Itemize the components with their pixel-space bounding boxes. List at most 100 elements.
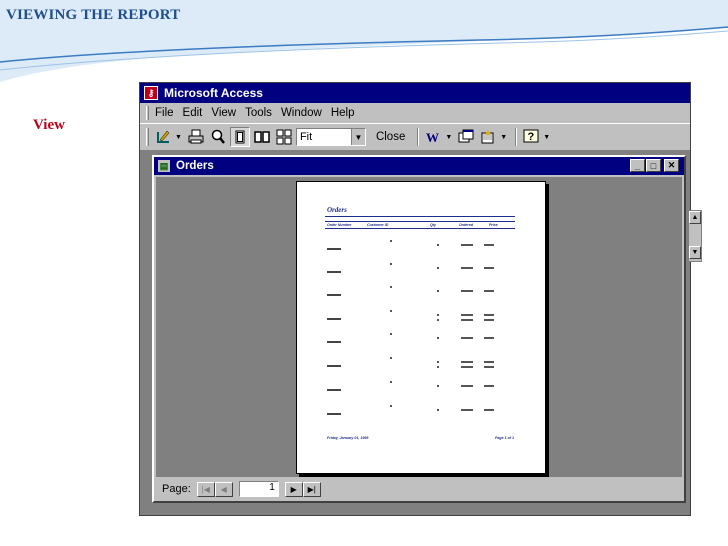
design-view-dropdown-icon[interactable]: ▼ bbox=[175, 134, 182, 141]
column-header: Customer ID bbox=[367, 223, 389, 227]
report-row-value bbox=[484, 361, 494, 363]
preview-area: Orders Order Number Customer ID Qty Orde… bbox=[156, 177, 682, 477]
report-row-value bbox=[461, 244, 473, 246]
report-title: Orders bbox=[327, 206, 347, 214]
report-footer-date: Friday, January 01, 1999 bbox=[327, 436, 369, 440]
report-row-mark bbox=[390, 381, 392, 383]
report-title-rule bbox=[325, 216, 515, 217]
report-row-value bbox=[461, 385, 473, 387]
app-title: Microsoft Access bbox=[164, 86, 263, 100]
report-row-value bbox=[484, 267, 494, 269]
menu-window[interactable]: Window bbox=[281, 107, 322, 119]
report-row-value bbox=[437, 244, 439, 246]
menu-bar: File Edit View Tools Window Help bbox=[140, 103, 690, 123]
office-links-icon[interactable]: W bbox=[423, 127, 443, 147]
report-row-value bbox=[461, 366, 473, 368]
report-row-mark bbox=[390, 405, 392, 407]
report-row-value bbox=[437, 409, 439, 411]
report-row-value bbox=[484, 290, 494, 292]
report-row-value bbox=[437, 361, 439, 363]
first-page-icon[interactable]: |◀ bbox=[196, 481, 215, 497]
maximize-icon[interactable]: □ bbox=[646, 159, 661, 172]
page-label: Page: bbox=[162, 483, 191, 495]
report-row-id bbox=[327, 341, 341, 343]
vertical-scrollbar[interactable]: ▲ ▼ bbox=[688, 210, 702, 262]
one-page-icon[interactable] bbox=[229, 127, 250, 147]
zoom-icon[interactable] bbox=[208, 127, 228, 147]
report-row-value bbox=[461, 319, 473, 321]
report-window: ▤ Orders _ □ ✕ Orders Order Number Custo… bbox=[152, 155, 686, 503]
help-dropdown-icon[interactable]: ▼ bbox=[543, 134, 550, 141]
close-button[interactable]: Close bbox=[372, 131, 409, 143]
app-titlebar: ⚷ Microsoft Access bbox=[140, 83, 690, 103]
toolbar-separator bbox=[515, 128, 518, 146]
report-row-value bbox=[461, 267, 473, 269]
report-row-id bbox=[327, 389, 341, 391]
last-page-icon[interactable]: ▶| bbox=[302, 481, 321, 497]
two-pages-icon[interactable] bbox=[252, 127, 272, 147]
multiple-pages-icon[interactable] bbox=[274, 127, 294, 147]
report-row-value bbox=[461, 361, 473, 363]
database-window-icon[interactable] bbox=[456, 127, 476, 147]
report-row-id bbox=[327, 248, 341, 250]
print-icon[interactable] bbox=[186, 127, 206, 147]
toolbar-separator bbox=[417, 128, 420, 146]
report-row-value bbox=[484, 319, 494, 321]
menubar-grip bbox=[146, 106, 149, 120]
new-object-dropdown-icon[interactable]: ▼ bbox=[500, 134, 507, 141]
slide-title: VIEWING THE REPORT bbox=[6, 7, 181, 23]
report-row-value bbox=[437, 385, 439, 387]
report-page[interactable]: Orders Order Number Customer ID Qty Orde… bbox=[296, 181, 546, 474]
menu-edit[interactable]: Edit bbox=[183, 107, 203, 119]
report-titlebar: ▤ Orders bbox=[154, 157, 684, 175]
design-view-icon[interactable] bbox=[153, 127, 173, 147]
report-row-value bbox=[484, 337, 494, 339]
scroll-down-icon[interactable]: ▼ bbox=[689, 246, 701, 259]
report-row-mark bbox=[390, 333, 392, 335]
report-row-mark bbox=[390, 310, 392, 312]
access-window: ⚷ Microsoft Access File Edit View Tools … bbox=[139, 82, 691, 516]
access-key-icon: ⚷ bbox=[144, 86, 158, 100]
report-row-value bbox=[484, 385, 494, 387]
close-icon[interactable]: ✕ bbox=[664, 159, 679, 172]
next-page-icon[interactable]: ▶ bbox=[284, 481, 303, 497]
report-row-value bbox=[437, 337, 439, 339]
page-navigation: Page: |◀ ◀ 1 ▶ ▶| bbox=[156, 479, 682, 499]
previous-page-icon[interactable]: ◀ bbox=[214, 481, 233, 497]
zoom-value: Fit bbox=[299, 131, 313, 143]
help-icon[interactable]: ? bbox=[521, 127, 541, 147]
report-header-rule bbox=[325, 221, 515, 222]
office-links-dropdown-icon[interactable]: ▼ bbox=[445, 134, 452, 141]
toolbar-grip bbox=[146, 128, 149, 146]
menu-help[interactable]: Help bbox=[331, 107, 355, 119]
zoom-select[interactable]: Fit ▼ bbox=[295, 128, 366, 146]
report-row-id bbox=[327, 271, 341, 273]
report-row-mark bbox=[390, 357, 392, 359]
scroll-up-icon[interactable]: ▲ bbox=[689, 211, 701, 224]
column-header: Order Number bbox=[327, 223, 352, 227]
report-row-id bbox=[327, 365, 341, 367]
report-row-id bbox=[327, 413, 341, 415]
menu-view[interactable]: View bbox=[211, 107, 236, 119]
report-row-value bbox=[484, 366, 494, 368]
report-row-value bbox=[437, 314, 439, 316]
page-number-input[interactable]: 1 bbox=[238, 481, 279, 497]
chevron-down-icon[interactable]: ▼ bbox=[350, 129, 365, 145]
report-row-id bbox=[327, 318, 341, 320]
report-row-value bbox=[484, 314, 494, 316]
report-row-value bbox=[484, 244, 494, 246]
report-icon: ▤ bbox=[158, 160, 170, 172]
menu-tools[interactable]: Tools bbox=[245, 107, 272, 119]
report-row-value bbox=[461, 409, 473, 411]
report-row-value bbox=[437, 290, 439, 292]
new-object-icon[interactable] bbox=[478, 127, 498, 147]
report-row-value bbox=[437, 366, 439, 368]
report-row-value bbox=[461, 290, 473, 292]
report-row-mark bbox=[390, 286, 392, 288]
report-row-value bbox=[437, 267, 439, 269]
menu-file[interactable]: File bbox=[155, 107, 174, 119]
report-window-title: Orders bbox=[176, 160, 214, 172]
report-column-rule bbox=[325, 228, 515, 229]
minimize-icon[interactable]: _ bbox=[630, 159, 645, 172]
column-header: Qty bbox=[430, 223, 436, 227]
